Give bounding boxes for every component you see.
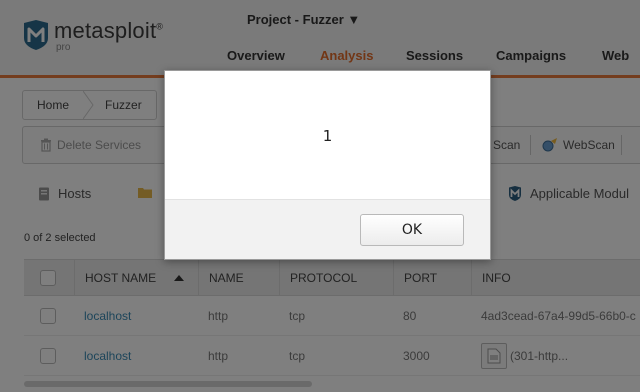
- alert-dialog: 1 OK: [164, 70, 491, 260]
- app-window: metasploit® pro Project - Fuzzer ▼ Overv…: [0, 0, 640, 392]
- alert-footer: OK: [165, 199, 490, 259]
- alert-message: 1: [322, 127, 333, 145]
- ok-button[interactable]: OK: [360, 214, 464, 246]
